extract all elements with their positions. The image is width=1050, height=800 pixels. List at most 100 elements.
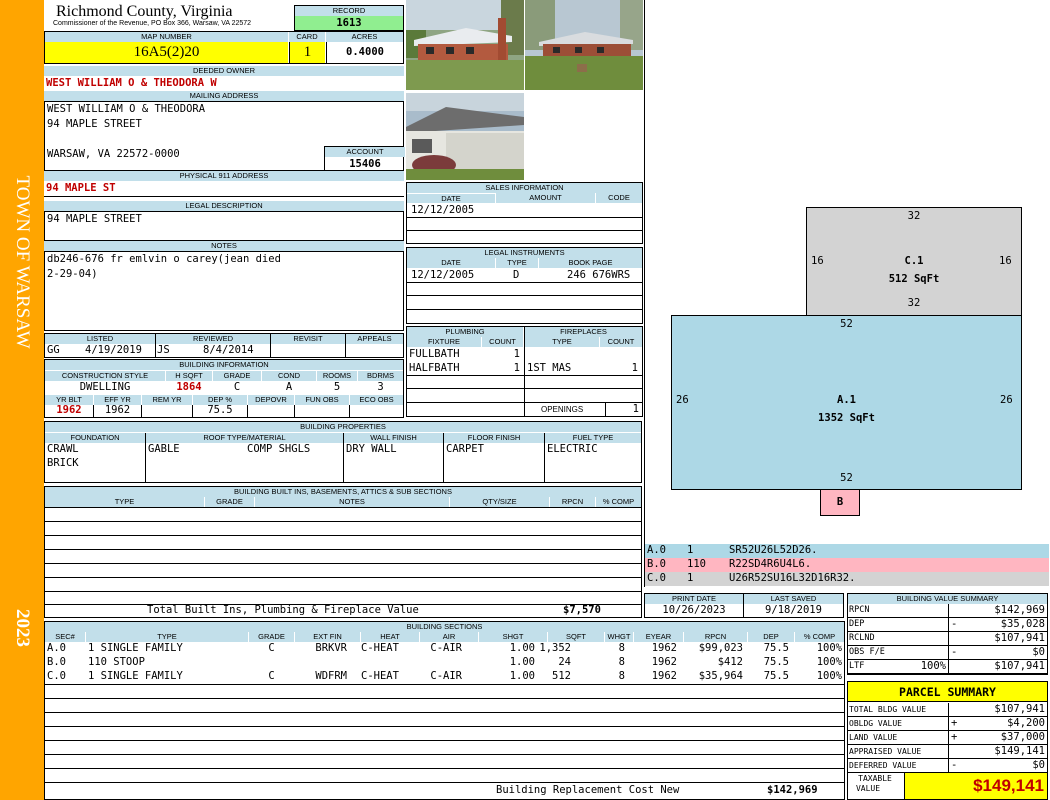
condition: A (285, 381, 293, 393)
review-box: LISTED REVIEWED REVISIT APPEALS GG 4/19/… (44, 333, 404, 358)
fullbath-count: 1 (513, 348, 520, 360)
bt-h-rpcn: RPCN (550, 497, 595, 507)
house-photo-side-image (525, 0, 643, 90)
sidebar: TOWN OF WARSAW 2023 (0, 0, 44, 800)
legal-instruments-box: LEGAL INSTRUMENTS DATE TYPE BOOK PAGE 12… (406, 247, 643, 324)
parcel-value: $107,941 (994, 703, 1045, 715)
bs-h-type: TYPE (86, 632, 248, 642)
bp-h-roof: ROOF TYPE/MATERIAL (146, 433, 343, 443)
section-cell: 100% (816, 670, 842, 682)
parcel-label: OBLDG VALUE (849, 719, 902, 728)
instrument-type: D (513, 269, 520, 281)
sketch-section-b[interactable]: B (820, 489, 860, 516)
building-value-summary: BUILDING VALUE SUMMARY RPCN $142,969 DEP - $… (847, 593, 1048, 675)
bvs-value: $0 (1032, 646, 1045, 658)
halfbath-count: 1 (513, 362, 520, 374)
deeded-owner-label: DEEDED OWNER (44, 66, 404, 76)
parcel-row: TOTAL BLDG VALUE $107,941 (848, 703, 1047, 717)
legend-a-path: SR52U26L52D26. (729, 544, 818, 556)
sketch-a-right-dim: 26 (1000, 394, 1013, 406)
bvs-value: $142,969 (994, 604, 1045, 616)
parcel-row: LAND VALUE + $37,000 (848, 731, 1047, 745)
foundation-1: CRAWL (47, 443, 79, 455)
openings-row: OPENINGS 1 (525, 403, 642, 416)
bt-h-notes: NOTES (255, 497, 449, 507)
bs-h-grade: GRADE (249, 632, 294, 642)
sketch-section-c[interactable]: 32 C.1 512 SqFt 32 16 16 (806, 207, 1022, 316)
sketch-c-left-dim: 16 (811, 255, 824, 267)
sales-h-date: DATE (407, 193, 495, 203)
bvs-value: $107,941 (994, 632, 1045, 644)
physical-address-label: PHYSICAL 911 ADDRESS (44, 171, 404, 181)
legend-row-c: C.0 1 U26R52SU16L32D16R32. (645, 572, 1049, 586)
last-saved-label: LAST SAVED (744, 594, 843, 604)
sketch-a-bottom-dim: 52 (840, 472, 853, 484)
sales-h-code: CODE (596, 193, 642, 203)
legend-c-code: 1 (687, 572, 694, 584)
reviewed-date: 8/4/2014 (203, 344, 254, 356)
bs-h-dep: DEP (748, 632, 794, 642)
parcel-label: APPRAISED VALUE (849, 747, 922, 756)
legal-description-label: LEGAL DESCRIPTION (44, 201, 404, 211)
pl-h-fixture: FIXTURE (407, 337, 481, 347)
plumbing-title: PLUMBING (407, 327, 523, 337)
li-h-type: TYPE (496, 258, 538, 268)
section-cell: 1962 (651, 642, 677, 654)
sketch-area: 32 C.1 512 SqFt 32 16 16 52 A.1 1352 SqF… (644, 0, 1048, 544)
section-cell: 1,352 (539, 642, 571, 654)
bs-h-rpcn: RPCN (684, 632, 747, 642)
deeded-owner: WEST WILLIAM O & THEODORA W (46, 77, 217, 89)
plumbing-fireplace-box: PLUMBING FIREPLACES FIXTURE COUNT TYPE C… (406, 326, 643, 417)
sketch-a-area: 1352 SqFt (818, 412, 875, 424)
replacement-cost: $142,969 (767, 784, 818, 796)
sketch-c-label: C.1 (904, 255, 924, 267)
sales-info-box: SALES INFORMATION DATE AMOUNT CODE 12/12… (406, 182, 643, 244)
sketch-c-area: 512 SqFt (888, 273, 940, 285)
bvs-row: DEP - $35,028 (848, 618, 1047, 632)
fireplace-type: 1ST MAS (527, 362, 572, 374)
garage-photo (406, 93, 524, 180)
sketch-c-right-dim: 16 (999, 255, 1012, 267)
card-label: CARD (289, 32, 325, 42)
li-h-date: DATE (407, 258, 495, 268)
parcel-row: OBLDG VALUE + $4,200 (848, 717, 1047, 731)
mailing-line-2: 94 MAPLE STREET (47, 118, 142, 130)
bvs-label: RCLND (849, 633, 875, 643)
legend-row-a: A.0 1 SR52U26L52D26. (645, 544, 1049, 558)
house-photo-front-image (406, 0, 524, 90)
commissioner-address: Commissioner of the Revenue, PO Box 366,… (53, 20, 252, 27)
building-info-title: BUILDING INFORMATION (45, 360, 403, 370)
parcel-sign: + (951, 731, 958, 743)
bvs-label: OBS F/E (849, 647, 885, 657)
bs-h-whgt: WHGT (605, 632, 633, 642)
section-cell: 75.5 (763, 656, 789, 668)
notes-line-1: db246-676 fr emlvin o carey(jean died (47, 253, 281, 265)
print-date-label: PRINT DATE (645, 594, 743, 604)
built-ins-box: BUILDING BUILT INS, BASEMENTS, ATTICS & … (44, 486, 642, 618)
bi-h-sqft: H SQFT (166, 371, 212, 381)
parcel-label: LAND VALUE (849, 733, 898, 742)
legal-description-box: 94 MAPLE STREET (44, 211, 404, 241)
card-number: 1 (289, 42, 325, 63)
record-box: RECORD 1613 (294, 5, 404, 31)
notes-line-2: 2-29-04) (47, 268, 98, 280)
instrument-book-page: 246 676WRS (567, 269, 631, 281)
section-cell: 24 (558, 656, 571, 668)
sales-h-amount: AMOUNT (496, 193, 595, 203)
map-number-label: MAP NUMBER (45, 32, 288, 42)
bvs-label: DEP (849, 619, 865, 629)
section-cell: 75.5 (763, 670, 789, 682)
sketch-section-a[interactable]: 52 A.1 1352 SqFt 52 26 26 (671, 315, 1022, 490)
bi-h-grade: GRADE (213, 371, 261, 381)
sketch-a-label: A.1 (837, 394, 856, 406)
legend-c-path: U26R52SU16L32D16R32. (729, 572, 856, 584)
roof-type: GABLE (148, 443, 180, 455)
sketch-a-top-dim: 52 (840, 318, 853, 330)
revisit-label: REVISIT (271, 334, 345, 344)
section-cell: 8 (618, 642, 625, 654)
reviewed-label: REVIEWED (156, 334, 270, 344)
bi-h-bdrms: BDRMS (358, 371, 403, 381)
bs-h-eyear: EYEAR (634, 632, 683, 642)
bedrooms: 3 (377, 381, 384, 393)
parcel-summary: PARCEL SUMMARY TOTAL BLDG VALUE $107,941 O… (847, 681, 1048, 800)
